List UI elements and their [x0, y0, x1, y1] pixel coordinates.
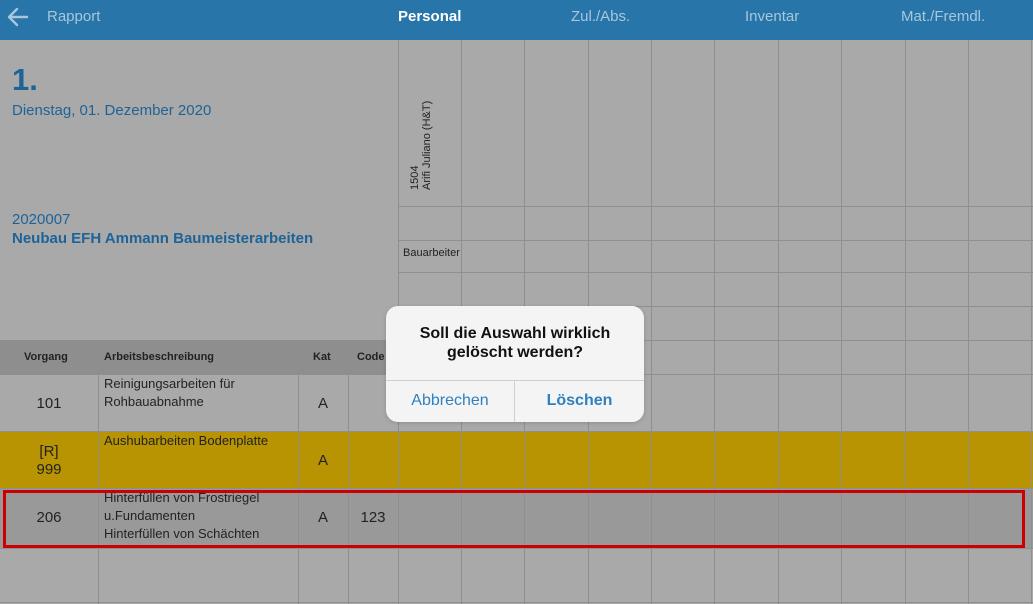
tab-material-fremdleistung[interactable]: Mat./Fremdl. [901, 8, 985, 25]
back-button-label[interactable]: Rapport [47, 8, 100, 25]
project-number: 2020007 [12, 211, 71, 228]
tab-personal[interactable]: Personal [398, 8, 461, 25]
delete-button[interactable]: Löschen [515, 380, 644, 422]
header-kat: Kat [313, 351, 331, 363]
delete-confirmation-dialog: Soll die Auswahl wirklich gelöscht werde… [386, 306, 644, 422]
row-vorgang: 101 [36, 395, 62, 412]
row-description: Reinigungsarbeiten für Rohbauabnahme [104, 376, 235, 409]
dialog-message: Soll die Auswahl wirklich gelöscht werde… [419, 325, 611, 361]
selection-highlight [3, 490, 1025, 548]
header-arbeitsbeschreibung: Arbeitsbeschreibung [104, 351, 215, 363]
tab-inventar[interactable]: Inventar [745, 8, 799, 25]
row-vorgang: 999 [36, 461, 62, 478]
tab-zulagen-absenzen[interactable]: Zul./Abs. [571, 8, 630, 25]
top-navigation-bar: Rapport Personal Zul./Abs. Inventar Mat.… [0, 0, 1033, 40]
cancel-button[interactable]: Abbrechen [386, 380, 514, 422]
row-vorgang-prefix: [R] [39, 443, 59, 460]
row-description: Aushubarbeiten Bodenplatte [104, 433, 269, 448]
employee-number: 1504 [409, 165, 421, 190]
header-vorgang: Vorgang [24, 351, 68, 363]
project-name: Neubau EFH Ammann Baumeisterarbeiten [12, 230, 314, 247]
back-arrow-icon[interactable] [6, 6, 32, 28]
employee-name: Arifi Juliano (H&T) [421, 100, 433, 190]
employee-role: Bauarbeiter [403, 247, 460, 259]
header-code: Code [357, 351, 385, 363]
row-kat: A [317, 395, 328, 412]
report-day-number: 1. [12, 62, 38, 97]
report-date: Dienstag, 01. Dezember 2020 [12, 102, 212, 119]
report-info-panel [0, 40, 398, 340]
row-kat: A [317, 452, 328, 469]
employee-column-header[interactable]: 1504 Arifi Juliano (H&T) [409, 101, 433, 190]
